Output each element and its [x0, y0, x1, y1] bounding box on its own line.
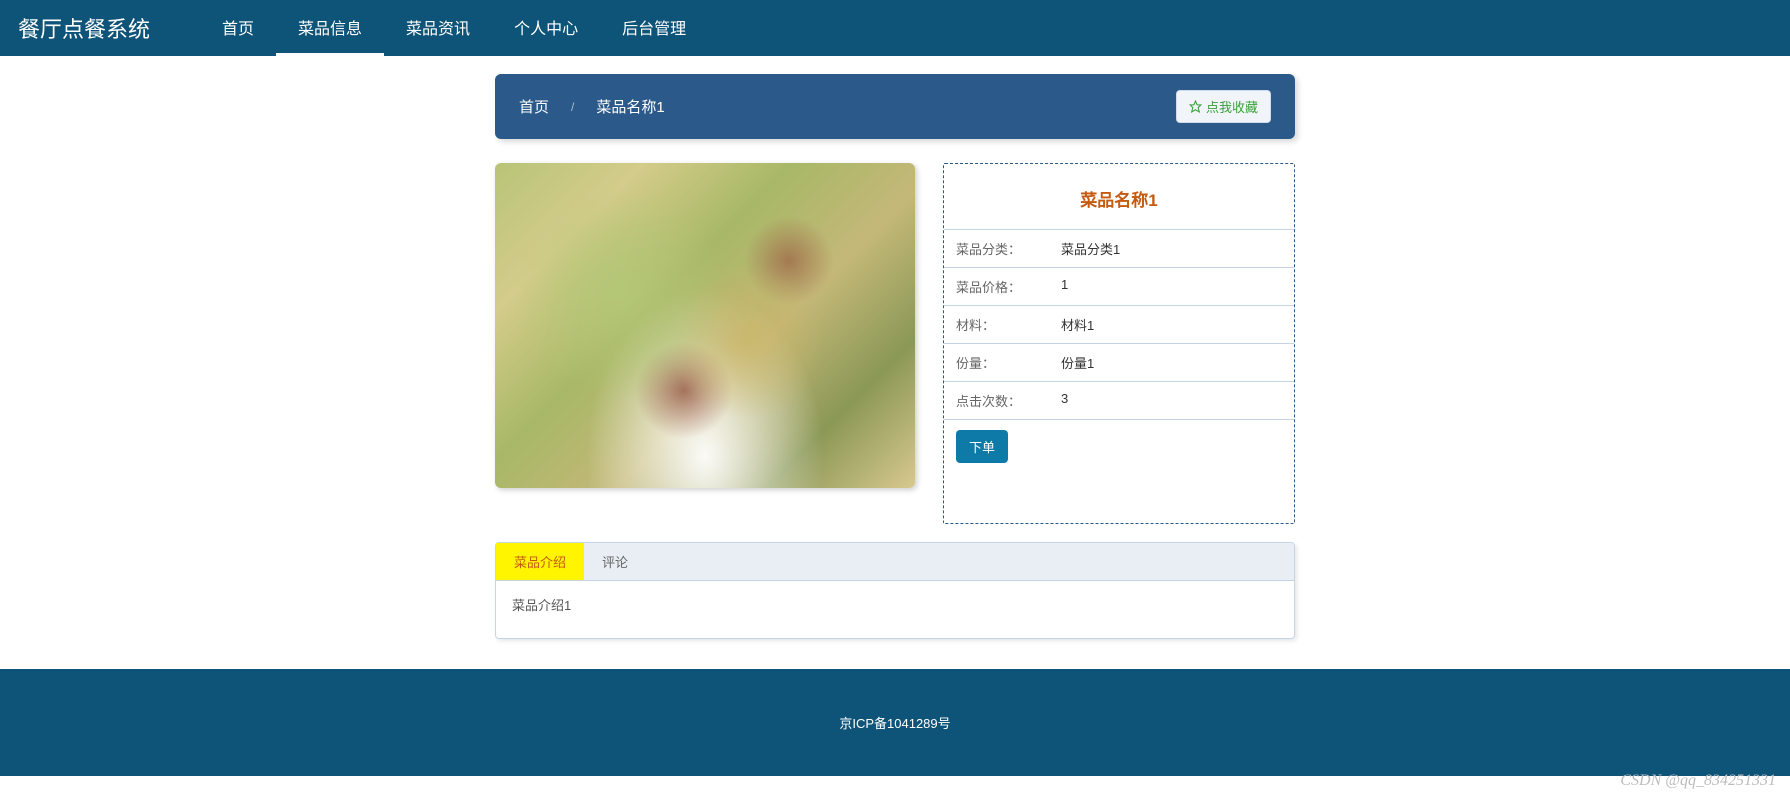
- detail-value: 菜品分类1: [1061, 239, 1120, 258]
- tab-intro[interactable]: 菜品介绍: [496, 543, 584, 580]
- app-logo: 餐厅点餐系统: [18, 12, 150, 44]
- order-button[interactable]: 下单: [956, 430, 1008, 463]
- detail-label: 菜品价格：: [956, 277, 1061, 296]
- detail-label: 材料：: [956, 315, 1061, 334]
- detail-row-price: 菜品价格： 1: [944, 267, 1294, 305]
- favorite-button[interactable]: 点我收藏: [1176, 90, 1271, 123]
- breadcrumb-separator: /: [571, 100, 574, 114]
- detail-row-portion: 份量： 份量1: [944, 343, 1294, 381]
- star-icon: [1189, 100, 1202, 113]
- icp-text: 京ICP备1041289号: [839, 716, 950, 731]
- product-content: 菜品名称1 菜品分类： 菜品分类1 菜品价格： 1 材料： 材料1 份量： 份量…: [495, 163, 1295, 524]
- detail-label: 点击次数：: [956, 391, 1061, 410]
- nav-admin[interactable]: 后台管理: [600, 0, 708, 56]
- detail-label: 份量：: [956, 353, 1061, 372]
- main-container: 首页 / 菜品名称1 点我收藏 菜品名称1 菜品分类： 菜品分类1 菜品价格： …: [495, 74, 1295, 639]
- tab-content: 菜品介绍1: [496, 581, 1294, 638]
- detail-row-material: 材料： 材料1: [944, 305, 1294, 343]
- breadcrumb-home[interactable]: 首页: [519, 96, 549, 117]
- product-title: 菜品名称1: [944, 164, 1294, 229]
- detail-label: 菜品分类：: [956, 239, 1061, 258]
- product-image: [495, 163, 915, 488]
- nav-dish-info[interactable]: 菜品信息: [276, 0, 384, 56]
- breadcrumb: 首页 / 菜品名称1: [519, 96, 665, 117]
- tabs-panel: 菜品介绍 评论 菜品介绍1: [495, 542, 1295, 639]
- detail-value: 份量1: [1061, 353, 1094, 372]
- breadcrumb-bar: 首页 / 菜品名称1 点我收藏: [495, 74, 1295, 139]
- main-header: 餐厅点餐系统 首页 菜品信息 菜品资讯 个人中心 后台管理: [0, 0, 1790, 56]
- watermark: CSDN @qq_834251331: [1620, 772, 1776, 790]
- page-footer: 京ICP备1041289号: [0, 669, 1790, 776]
- order-section: 下单: [944, 419, 1294, 523]
- main-nav: 首页 菜品信息 菜品资讯 个人中心 后台管理: [200, 0, 708, 56]
- nav-personal-center[interactable]: 个人中心: [492, 0, 600, 56]
- favorite-button-label: 点我收藏: [1206, 97, 1258, 116]
- nav-dish-news[interactable]: 菜品资讯: [384, 0, 492, 56]
- breadcrumb-current: 菜品名称1: [596, 96, 664, 117]
- tab-comments[interactable]: 评论: [584, 543, 646, 580]
- nav-home[interactable]: 首页: [200, 0, 276, 56]
- product-detail-panel: 菜品名称1 菜品分类： 菜品分类1 菜品价格： 1 材料： 材料1 份量： 份量…: [943, 163, 1295, 524]
- detail-row-clicks: 点击次数： 3: [944, 381, 1294, 419]
- detail-row-category: 菜品分类： 菜品分类1: [944, 229, 1294, 267]
- detail-value: 1: [1061, 277, 1068, 296]
- detail-value: 3: [1061, 391, 1068, 410]
- detail-value: 材料1: [1061, 315, 1094, 334]
- tabs-header: 菜品介绍 评论: [496, 543, 1294, 581]
